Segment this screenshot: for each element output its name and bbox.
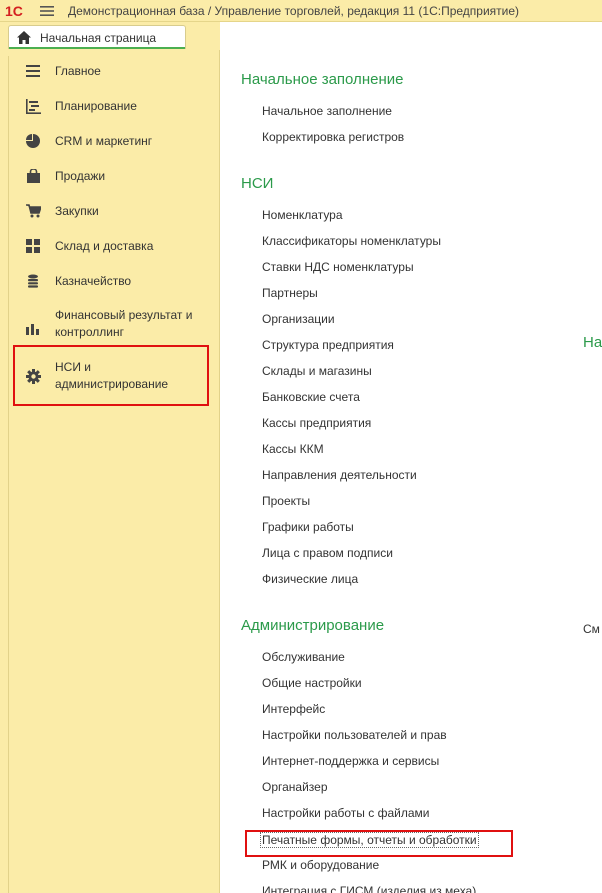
link-signatories[interactable]: Лица с правом подписи [262,546,393,560]
link-user-settings[interactable]: Настройки пользователей и прав [262,728,447,742]
svg-text:1С: 1С [5,3,23,19]
selection-highlight-box [13,345,209,406]
window-title: Демонстрационная база / Управление торго… [68,3,520,18]
bar-chart-icon [22,318,44,340]
print-forms-highlight-box [245,830,513,857]
link-maintenance[interactable]: Обслуживание [262,650,345,664]
sidebar-item-financial-result[interactable]: Финансовый результат и контроллинг [12,306,218,342]
link-file-settings[interactable]: Настройки работы с файлами [262,806,429,820]
link-nomenclature[interactable]: Номенклатура [262,208,343,222]
menu-lines-icon [22,60,44,82]
link-kkm-registers[interactable]: Кассы ККМ [262,442,324,456]
pie-chart-icon [22,130,44,152]
link-organizations[interactable]: Организации [262,312,335,326]
sidebar-item-label: CRM и маркетинг [55,133,153,148]
link-internet-support[interactable]: Интернет-поддержка и сервисы [262,754,439,768]
link-vat-rates[interactable]: Ставки НДС номенклатуры [262,260,414,274]
section-title-nsi: НСИ [241,175,274,192]
sidebar-item-purchases[interactable]: Закупки [12,200,218,222]
link-interface[interactable]: Интерфейс [262,702,325,716]
sidebar-item-warehouse[interactable]: Склад и доставка [12,235,218,257]
link-rmk-equipment[interactable]: РМК и оборудование [262,858,379,872]
section-title-admin: Администрирование [241,617,385,634]
title-bar: 1С Демонстрационная база / Управление то… [0,0,602,22]
link-gism-integration[interactable]: Интеграция с ГИСМ (изделия из меха) [262,884,476,893]
active-tab-indicator [9,47,185,49]
link-work-schedules[interactable]: Графики работы [262,520,354,534]
link-general-settings[interactable]: Общие настройки [262,676,362,690]
sidebar-item-crm[interactable]: CRM и маркетинг [12,130,218,152]
sidebar-item-label: Продажи [55,168,106,183]
link-warehouses-stores[interactable]: Склады и магазины [262,364,372,378]
sidebar-item-planning[interactable]: Планирование [12,95,218,117]
sidebar-item-label: Финансовый результат и контроллинг [55,308,193,339]
tab-home[interactable]: Начальная страница [8,25,186,49]
link-organizer[interactable]: Органайзер [262,780,328,794]
right-link-cut[interactable]: См [583,622,600,636]
sidebar-item-sales[interactable]: Продажи [12,165,218,187]
home-icon [17,31,31,44]
cart-icon [22,200,44,222]
link-cash-desks[interactable]: Кассы предприятия [262,416,371,430]
sidebar-item-main[interactable]: Главное [12,60,218,82]
link-nomenclature-classifiers[interactable]: Классификаторы номенклатуры [262,234,441,248]
planning-icon [22,95,44,117]
sidebar-item-treasury[interactable]: Казначейство [12,270,218,292]
link-individuals[interactable]: Физические лица [262,572,358,586]
link-initial-fill[interactable]: Начальное заполнение [262,104,392,118]
coins-icon [22,270,44,292]
sidebar-divider [8,56,9,893]
link-projects[interactable]: Проекты [262,494,310,508]
tab-bar: Начальная страница [0,22,220,50]
sidebar-item-label: Казначейство [55,273,132,288]
link-enterprise-structure[interactable]: Структура предприятия [262,338,394,352]
sidebar-item-label: Закупки [55,203,99,218]
link-business-lines[interactable]: Направления деятельности [262,468,417,482]
tab-home-label: Начальная страница [40,30,157,45]
link-bank-accounts[interactable]: Банковские счета [262,390,360,404]
warehouse-grid-icon [22,235,44,257]
link-register-correction[interactable]: Корректировка регистров [262,130,404,144]
section-title-initial: Начальное заполнение [241,71,404,88]
main-menu-icon[interactable] [36,2,58,20]
right-section-title-cut: На [583,334,602,351]
app-logo[interactable]: 1С [4,2,30,20]
sidebar-item-label: Главное [55,63,101,78]
sidebar-item-label: Планирование [55,98,137,113]
link-partners[interactable]: Партнеры [262,286,318,300]
sidebar-item-label: Склад и доставка [55,238,154,253]
shopping-bag-icon [22,165,44,187]
